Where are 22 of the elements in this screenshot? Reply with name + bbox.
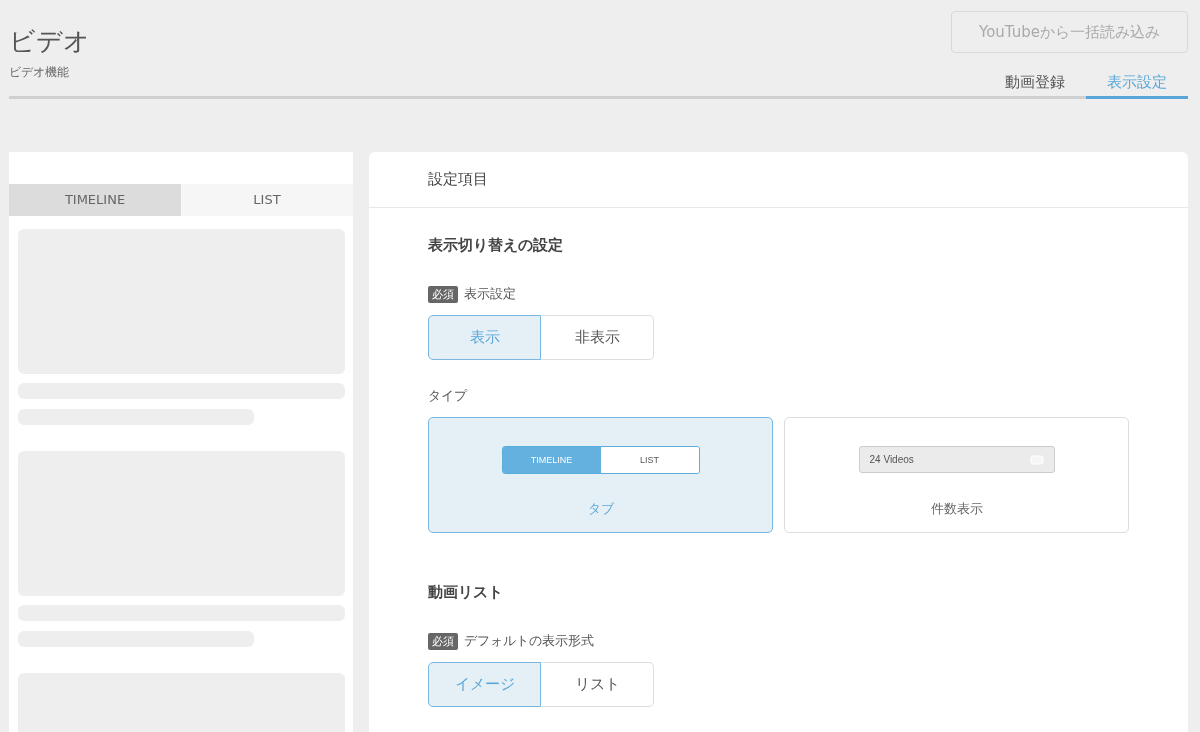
sample-tab: LIST: [600, 446, 699, 473]
sample-tab: TIMELINE: [502, 446, 601, 473]
card-label: 件数表示: [930, 500, 983, 518]
page-tab[interactable]: 動画登録: [984, 70, 1086, 99]
type-option-card[interactable]: TIMELINE LIST タブ: [428, 417, 773, 533]
required-badge: 必須: [428, 632, 458, 650]
card-label: タブ: [587, 500, 614, 518]
type-option-card[interactable]: 24 Videos 件数表示: [784, 417, 1129, 533]
segment-option[interactable]: 非表示: [541, 315, 654, 360]
preview-tab[interactable]: TIMELINE: [9, 184, 181, 216]
video-count: 24 Videos: [869, 454, 914, 465]
preview-tab[interactable]: LIST: [181, 184, 353, 216]
field-label: デフォルトの表示形式: [464, 632, 594, 650]
panel-title: 設定項目: [428, 170, 488, 189]
field-label: 表示設定: [464, 285, 516, 303]
field-label: タイプ: [428, 387, 467, 405]
section-heading: 表示切り替えの設定: [428, 236, 564, 255]
page-subtitle: ビデオ機能: [9, 64, 70, 81]
segment-option[interactable]: リスト: [541, 662, 654, 707]
required-badge: 必須: [428, 285, 458, 303]
page-title: ビデオ: [9, 26, 90, 56]
section-heading: 動画リスト: [428, 583, 504, 602]
